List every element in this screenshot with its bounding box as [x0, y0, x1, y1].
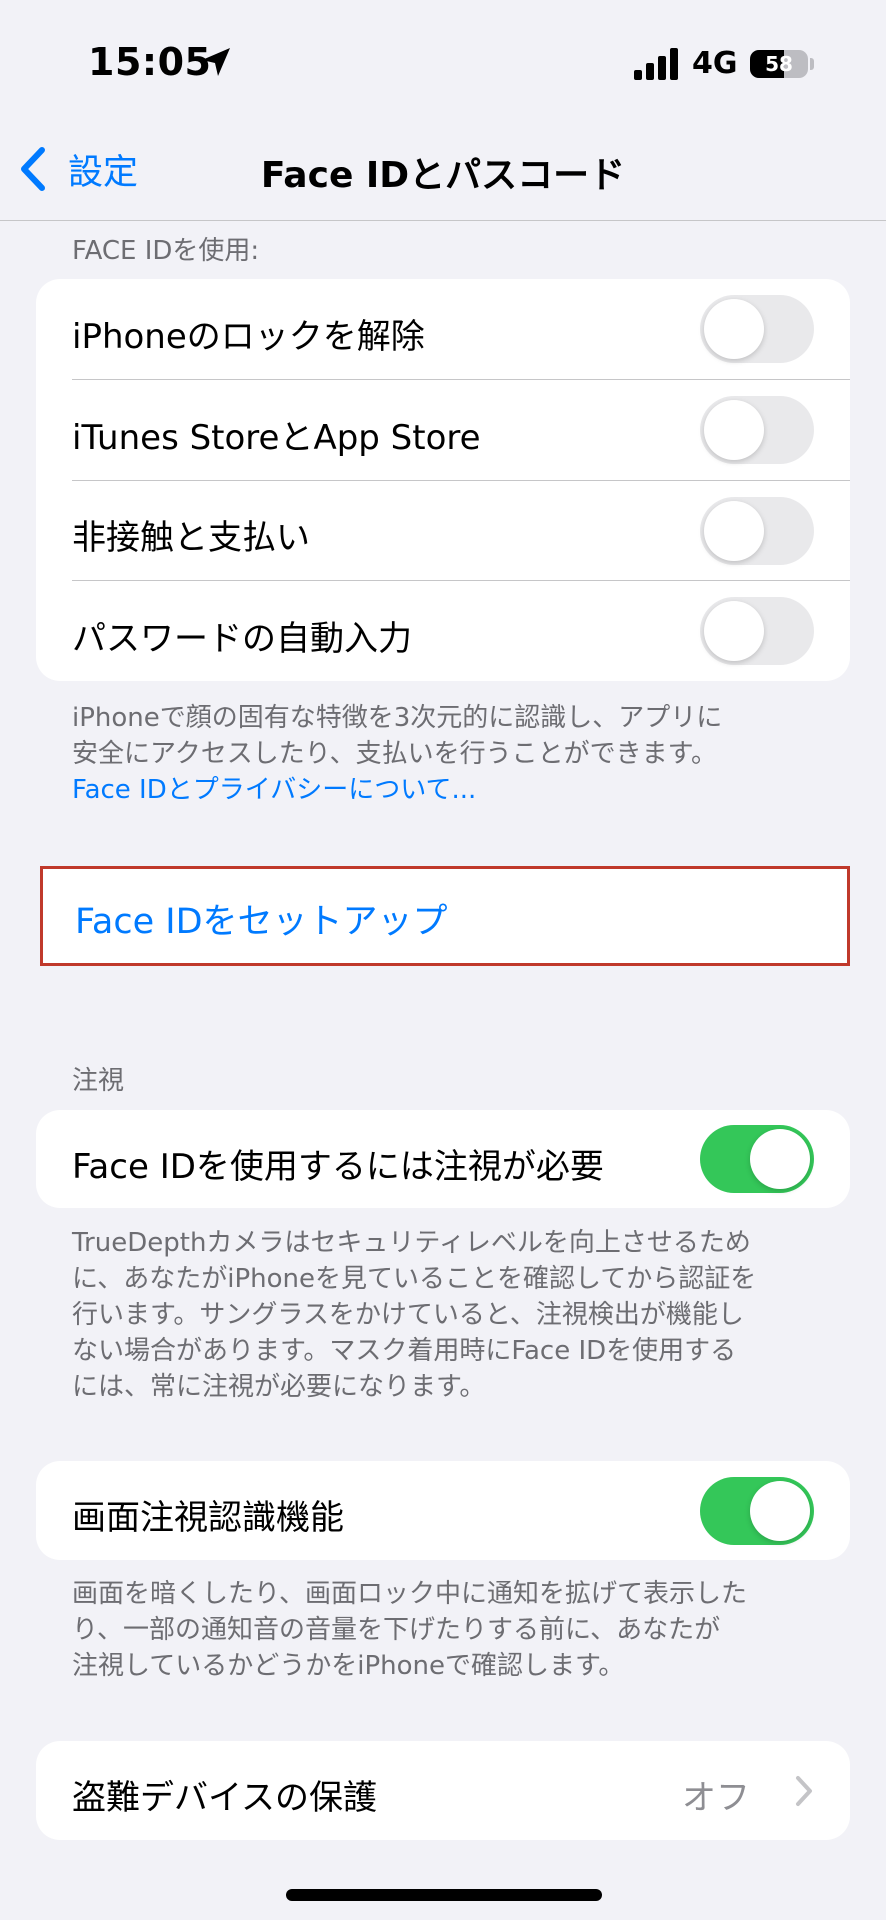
- footnote-line: 安全にアクセスしたり、支払いを行うことができます。: [72, 739, 718, 769]
- attention-card: Face IDを使用するには注視が必要: [36, 1110, 850, 1208]
- row-label: 盗難デバイスの保護: [72, 1778, 377, 1818]
- footnote-line: り、一部の通知音の音量を下げたりする前に、あなたが: [72, 1615, 721, 1645]
- contactless-payment-toggle[interactable]: [700, 497, 814, 565]
- section-header-attention: 注視: [72, 1066, 125, 1096]
- row-password-autofill: パスワードの自動入力: [36, 581, 850, 681]
- footnote-line: には、常に注視が必要になります。: [72, 1372, 486, 1402]
- battery-level: 58: [765, 52, 793, 76]
- section-header-face-id: FACE IDを使用:: [72, 236, 260, 266]
- nav-divider: [0, 220, 886, 221]
- row-label: iTunes StoreとApp Store: [72, 418, 481, 458]
- footnote-line: 行います。サングラスをかけていると、注視検出が機能し: [72, 1300, 744, 1330]
- row-stolen-device-protection[interactable]: 盗難デバイスの保護 オフ: [36, 1741, 850, 1840]
- attention-aware-toggle[interactable]: [700, 1477, 814, 1545]
- row-itunes-app-store: iTunes StoreとApp Store: [36, 380, 850, 481]
- attention-footnote: TrueDepthカメラはセキュリティレベルを向上させるため に、あなたがiPh…: [72, 1225, 802, 1405]
- row-require-attention: Face IDを使用するには注視が必要: [36, 1110, 850, 1208]
- cellular-signal-icon: [634, 48, 678, 80]
- privacy-link[interactable]: Face IDとプライバシーについて...: [72, 772, 802, 808]
- unlock-iphone-toggle[interactable]: [700, 295, 814, 363]
- row-contactless-payment: 非接触と支払い: [36, 481, 850, 581]
- chevron-right-icon: [796, 1776, 812, 1806]
- row-label: Face IDを使用するには注視が必要: [72, 1147, 604, 1187]
- battery-nub: [810, 58, 814, 70]
- attention-aware-footnote: 画面を暗くしたり、画面ロック中に通知を拡げて表示した り、一部の通知音の音量を下…: [72, 1576, 802, 1684]
- attention-aware-card: 画面注視認識機能: [36, 1461, 850, 1560]
- row-label: 画面注視認識機能: [72, 1498, 344, 1538]
- row-label: パスワードの自動入力: [72, 619, 412, 659]
- location-arrow-icon: [202, 48, 230, 76]
- status-time: 15:05: [88, 40, 212, 84]
- footnote-line: iPhoneで顔の固有な特徴を3次元的に認識し、アプリに: [72, 703, 723, 733]
- stolen-device-card[interactable]: 盗難デバイスの保護 オフ: [36, 1741, 850, 1840]
- face-id-footnote: iPhoneで顔の固有な特徴を3次元的に認識し、アプリに 安全にアクセスしたり、…: [72, 700, 802, 808]
- footnote-line: TrueDepthカメラはセキュリティレベルを向上させるため: [72, 1228, 751, 1258]
- row-label: 非接触と支払い: [72, 518, 310, 558]
- footnote-line: に、あなたがiPhoneを見ていることを確認してから認証を: [72, 1264, 757, 1294]
- setup-face-id-button[interactable]: Face IDをセットアップ: [75, 893, 448, 944]
- stolen-device-value: オフ: [682, 1778, 750, 1818]
- itunes-app-store-toggle[interactable]: [700, 396, 814, 464]
- battery-icon: 58: [750, 50, 808, 78]
- footnote-line: ない場合があります。マスク着用時にFace IDを使用する: [72, 1336, 737, 1366]
- face-id-options-card: iPhoneのロックを解除 iTunes StoreとApp Store 非接触…: [36, 279, 850, 681]
- setup-face-id-row[interactable]: Face IDをセットアップ: [40, 866, 850, 966]
- require-attention-toggle[interactable]: [700, 1125, 814, 1193]
- home-indicator[interactable]: [286, 1889, 602, 1901]
- row-label: iPhoneのロックを解除: [72, 317, 425, 357]
- page-title: Face IDとパスコード: [260, 155, 626, 196]
- footnote-line: 注視しているかどうかをiPhoneで確認します。: [72, 1651, 625, 1681]
- network-type: 4G: [692, 46, 738, 81]
- footnote-line: 画面を暗くしたり、画面ロック中に通知を拡げて表示した: [72, 1579, 747, 1609]
- row-attention-aware: 画面注視認識機能: [36, 1461, 850, 1560]
- password-autofill-toggle[interactable]: [700, 597, 814, 665]
- row-unlock-iphone: iPhoneのロックを解除: [36, 279, 850, 380]
